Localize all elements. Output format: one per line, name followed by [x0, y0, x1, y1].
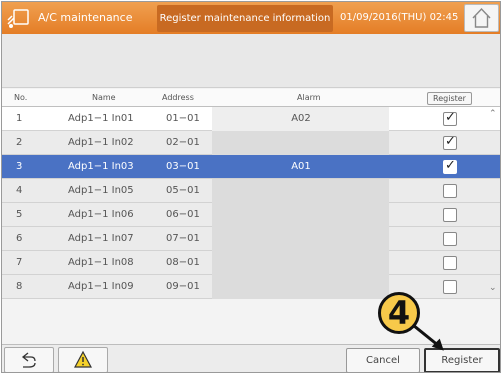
datetime-display: 01/09/2016(THU) 02:45 [340, 12, 459, 23]
row-no: 3 [16, 161, 23, 172]
col-header-name: Name [92, 93, 116, 102]
row-name: Adp1−1 In06 [68, 209, 134, 220]
row-no: 1 [16, 113, 23, 124]
unit-table: No. Name Address Alarm Register 1 Adp1−1… [2, 89, 500, 299]
register-button[interactable]: Register [424, 348, 500, 372]
row-address: 03−01 [166, 161, 200, 172]
register-checkbox[interactable] [443, 256, 457, 270]
row-no: 6 [16, 233, 23, 244]
footer-bar: Cancel Register [2, 344, 500, 372]
row-name: Adp1−1 In02 [68, 137, 134, 148]
register-checkbox[interactable]: ✓ [443, 158, 457, 174]
col-header-no: No. [14, 93, 28, 102]
row-address: 05−01 [166, 185, 200, 196]
row-address: 02−01 [166, 137, 200, 148]
register-checkbox[interactable] [443, 184, 457, 198]
warning-button[interactable] [58, 347, 108, 372]
home-icon [472, 7, 491, 28]
table-row[interactable]: 2 Adp1−1 In02 02−01 ✓ [2, 131, 500, 155]
register-checkbox[interactable] [443, 280, 457, 294]
row-address: 07−01 [166, 233, 200, 244]
row-address: 01−01 [166, 113, 200, 124]
checkmark-icon: ✓ [445, 110, 456, 125]
register-all-button[interactable]: Register [427, 92, 472, 105]
row-address: 08−01 [166, 257, 200, 268]
row-no: 4 [16, 185, 23, 196]
ac-unit-icon [7, 9, 29, 28]
table-row[interactable]: 5 Adp1−1 In06 06−01 [2, 203, 500, 227]
table-row[interactable]: 8 Adp1−1 In09 09−01 ⌄ [2, 275, 500, 299]
row-address: 09−01 [166, 281, 200, 292]
row-name: Adp1−1 In01 [68, 113, 134, 124]
row-name: Adp1−1 In09 [68, 281, 134, 292]
warning-icon [74, 350, 92, 368]
table-header: No. Name Address Alarm Register [2, 89, 500, 107]
toolbar-band [2, 34, 500, 88]
col-header-address: Address [162, 93, 194, 102]
register-checkbox[interactable]: ✓ [443, 134, 457, 150]
table-row[interactable]: 4 Adp1−1 In05 05−01 [2, 179, 500, 203]
row-alarm: A01 [291, 161, 311, 172]
checkmark-icon: ✓ [445, 158, 456, 173]
row-name: Adp1−1 In03 [68, 161, 134, 172]
back-arrow-icon [21, 352, 36, 368]
row-name: Adp1−1 In08 [68, 257, 134, 268]
row-alarm: A02 [291, 113, 311, 124]
col-header-alarm: Alarm [297, 93, 321, 102]
checkmark-icon: ✓ [445, 134, 456, 149]
table-row[interactable]: 1 Adp1−1 In01 01−01 A02 ✓ ⌃ [2, 107, 500, 131]
row-no: 7 [16, 257, 23, 268]
header-bar: A/C maintenance Register maintenance inf… [2, 2, 500, 34]
row-no: 2 [16, 137, 23, 148]
scroll-up-icon[interactable]: ⌃ [489, 109, 497, 119]
register-checkbox[interactable]: ✓ [443, 110, 457, 126]
row-name: Adp1−1 In05 [68, 185, 134, 196]
back-button[interactable] [4, 347, 54, 372]
tab-register-maintenance[interactable]: Register maintenance information [157, 5, 333, 32]
table-row[interactable]: 7 Adp1−1 In08 08−01 [2, 251, 500, 275]
row-no: 8 [16, 281, 23, 292]
row-address: 06−01 [166, 209, 200, 220]
register-checkbox[interactable] [443, 208, 457, 222]
cancel-button[interactable]: Cancel [346, 348, 420, 372]
table-row[interactable]: 6 Adp1−1 In07 07−01 [2, 227, 500, 251]
register-checkbox[interactable] [443, 232, 457, 246]
row-name: Adp1−1 In07 [68, 233, 134, 244]
app-window: A/C maintenance Register maintenance inf… [1, 1, 501, 373]
row-no: 5 [16, 209, 23, 220]
table-row-selected[interactable]: 3 Adp1−1 In03 03−01 A01 ✓ [2, 155, 500, 179]
page-title: A/C maintenance [38, 11, 133, 24]
home-button[interactable] [464, 4, 499, 32]
scroll-down-icon[interactable]: ⌄ [489, 283, 497, 293]
step-callout-badge: 4 [378, 292, 420, 334]
